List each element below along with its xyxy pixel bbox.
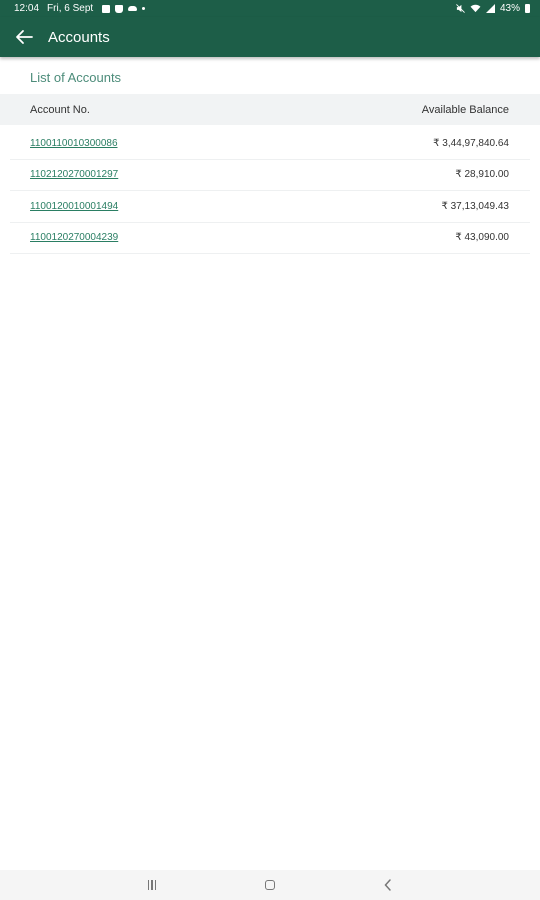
column-header-balance: Available Balance [421, 103, 509, 116]
accounts-list: 1100110010300086 ₹ 3,44,97,840.64 110212… [0, 128, 540, 254]
system-back-button[interactable] [329, 870, 447, 900]
arrow-left-icon [16, 30, 33, 44]
signal-icon [485, 4, 495, 13]
battery-percent: 43% [499, 3, 520, 14]
dot-icon [142, 7, 146, 10]
table-header: Account No. Available Balance [0, 94, 540, 125]
account-balance: ₹ 43,090.00 [455, 232, 509, 244]
back-button[interactable] [0, 17, 48, 57]
account-number-link[interactable]: 1100120270004239 [30, 232, 118, 243]
back-icon [384, 879, 391, 891]
system-nav-bar [0, 870, 540, 900]
photo-icon [102, 4, 111, 13]
table-row: 1100120270004239 ₹ 43,090.00 [10, 223, 530, 254]
app-bar: Accounts [0, 17, 540, 57]
battery-icon [525, 4, 530, 13]
account-balance: ₹ 28,910.00 [455, 169, 509, 181]
table-row: 1102120270001297 ₹ 28,910.00 [10, 160, 530, 191]
page-title: Accounts [48, 28, 110, 46]
status-bar: 12:04 Fri, 6 Sept 43% [0, 0, 540, 17]
recents-icon [147, 880, 157, 890]
status-time: 12:04 [14, 3, 40, 14]
account-number-link[interactable]: 1100110010300086 [30, 138, 118, 149]
table-row: 1100110010300086 ₹ 3,44,97,840.64 [10, 128, 530, 160]
account-number-link[interactable]: 1102120270001297 [30, 169, 118, 180]
home-button[interactable] [211, 870, 329, 900]
account-balance: ₹ 3,44,97,840.64 [433, 137, 509, 149]
account-balance: ₹ 37,13,049.43 [441, 200, 509, 212]
wifi-icon [470, 4, 481, 13]
column-header-account: Account No. [30, 103, 90, 116]
recents-button[interactable] [93, 870, 211, 900]
status-bar-left: 12:04 Fri, 6 Sept [14, 3, 146, 14]
cloud-icon [128, 6, 138, 11]
account-number-link[interactable]: 1100120010001494 [30, 201, 118, 212]
status-bar-right: 43% [456, 3, 530, 14]
status-date: Fri, 6 Sept [47, 3, 94, 14]
mute-icon [456, 4, 465, 13]
sim-icon [115, 4, 124, 13]
table-row: 1100120010001494 ₹ 37,13,049.43 [10, 191, 530, 223]
home-icon [265, 880, 275, 890]
section-title: List of Accounts [30, 70, 122, 85]
